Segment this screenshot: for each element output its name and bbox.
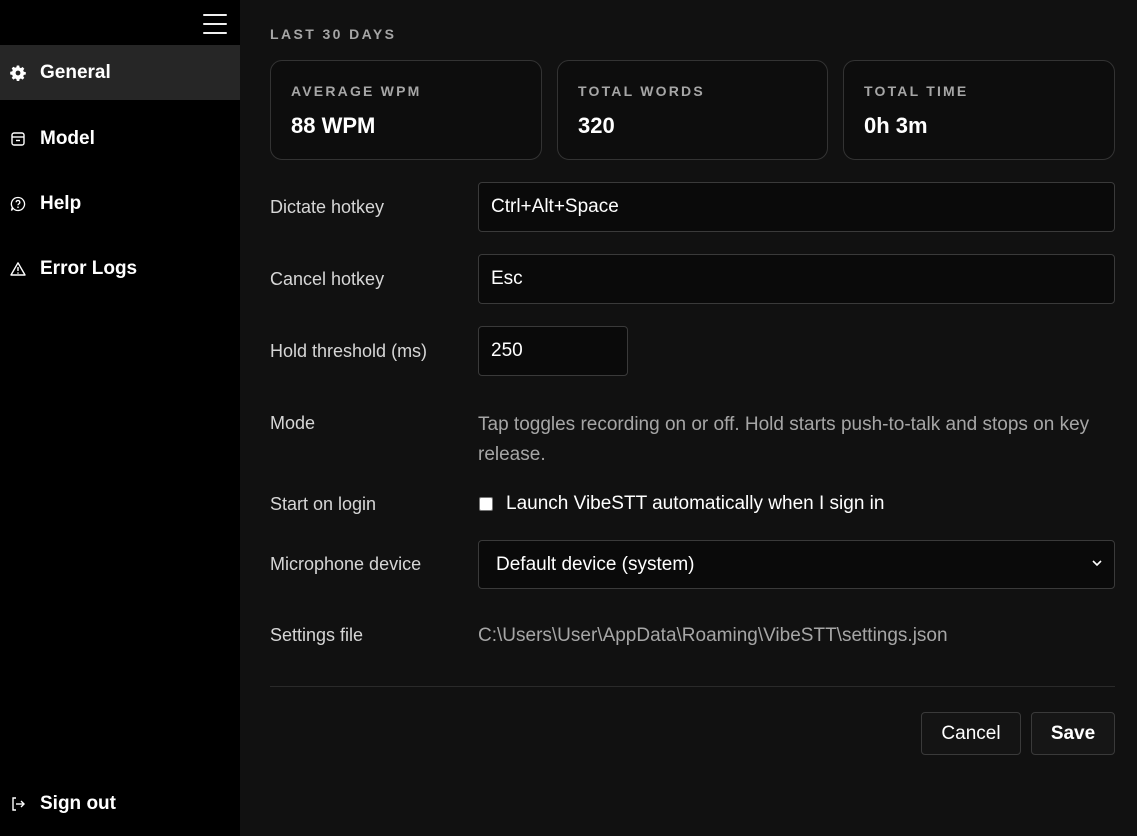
settings-file-label: Settings file: [270, 625, 364, 645]
gear-icon: [10, 65, 26, 81]
stat-value: 88 WPM: [291, 113, 376, 138]
stat-card-total-words: TOTAL WORDS 320: [557, 60, 828, 160]
divider: [270, 686, 1115, 687]
sidebar-item-label: General: [40, 61, 111, 83]
sidebar-item-label: Model: [40, 127, 95, 149]
stat-label: TOTAL TIME: [864, 83, 969, 99]
sidebar-item-label: Error Logs: [40, 257, 138, 279]
save-button[interactable]: Save: [1031, 712, 1115, 755]
hold-threshold-label: Hold threshold (ms): [270, 341, 428, 361]
dictate-hotkey-value: Ctrl+Alt+Space: [491, 196, 619, 217]
stat-label: AVERAGE WPM: [291, 83, 422, 99]
warning-triangle-icon: [10, 261, 26, 277]
sidebar: General Model Help Error Logs Sign out: [0, 0, 240, 836]
sidebar-item-help[interactable]: Help: [0, 176, 240, 231]
cancel-hotkey-label: Cancel hotkey: [270, 269, 385, 289]
hamburger-menu-icon[interactable]: [202, 12, 228, 36]
microphone-device-value: Default device (system): [496, 553, 695, 575]
stat-label: TOTAL WORDS: [578, 83, 705, 99]
mode-label: Mode: [270, 413, 316, 433]
settings-file-path: C:\Users\User\AppData\Roaming\VibeSTT\se…: [478, 625, 948, 646]
microphone-device-label: Microphone device: [270, 554, 422, 574]
help-bubble-icon: [10, 196, 26, 212]
start-on-login-checkbox-label[interactable]: Launch VibeSTT automatically when I sign…: [506, 493, 884, 515]
microphone-device-select[interactable]: Default device (system): [478, 540, 1115, 589]
sidebar-item-model[interactable]: Model: [0, 111, 240, 166]
sign-out-label: Sign out: [40, 792, 116, 814]
stat-value: 320: [578, 113, 615, 138]
dictate-hotkey-label: Dictate hotkey: [270, 197, 385, 217]
sign-out-button[interactable]: Sign out: [0, 776, 240, 831]
mode-description: Tap toggles recording on or off. Hold st…: [478, 414, 1090, 465]
box-icon: [10, 131, 26, 147]
stat-card-average-wpm: AVERAGE WPM 88 WPM: [270, 60, 542, 160]
hold-threshold-value: 250: [491, 340, 523, 361]
start-on-login-label: Start on login: [270, 494, 377, 514]
stat-card-total-time: TOTAL TIME 0h 3m: [843, 60, 1115, 160]
sidebar-item-label: Help: [40, 192, 82, 214]
dictate-hotkey-input[interactable]: Ctrl+Alt+Space: [478, 182, 1115, 232]
sidebar-item-error-logs[interactable]: Error Logs: [0, 241, 240, 296]
cancel-hotkey-input[interactable]: Esc: [478, 254, 1115, 304]
sidebar-item-general[interactable]: General: [0, 45, 240, 100]
cancel-hotkey-value: Esc: [491, 268, 523, 289]
cancel-button[interactable]: Cancel: [921, 712, 1021, 755]
stat-value: 0h 3m: [864, 113, 928, 138]
start-on-login-checkbox[interactable]: [479, 497, 493, 511]
section-title: LAST 30 DAYS: [270, 26, 397, 42]
hold-threshold-input[interactable]: 250: [478, 326, 628, 376]
chevron-down-icon: [1090, 554, 1102, 576]
sign-out-icon: [10, 796, 26, 812]
